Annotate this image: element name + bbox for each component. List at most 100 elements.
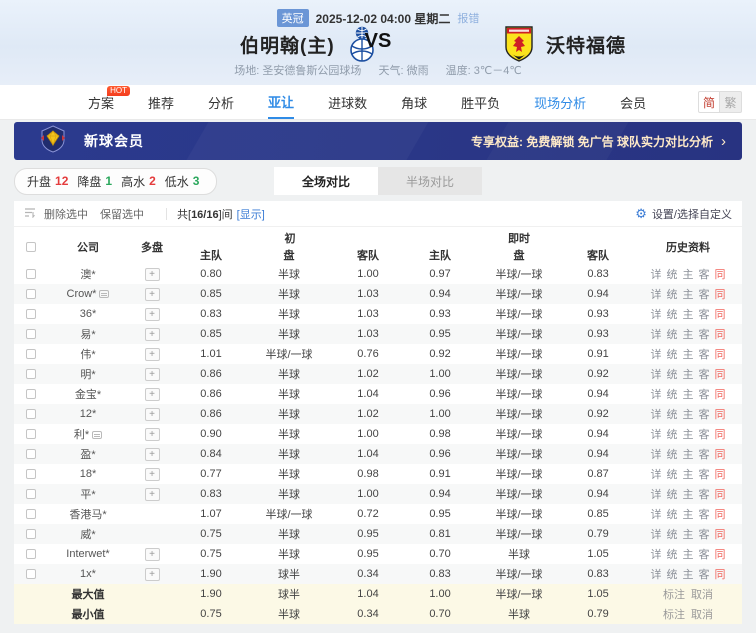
history-link-5[interactable]: 同 xyxy=(715,529,726,541)
history-link-2[interactable]: 统 xyxy=(667,489,678,501)
history-link-5[interactable]: 同 xyxy=(715,349,726,361)
history-link-5[interactable]: 同 xyxy=(715,309,726,321)
history-link-1[interactable]: 详 xyxy=(651,329,662,341)
expand-multi-button[interactable]: + xyxy=(145,308,160,321)
history-link-4[interactable]: 客 xyxy=(699,369,710,381)
history-link-4[interactable]: 客 xyxy=(699,309,710,321)
history-link-2[interactable]: 统 xyxy=(667,449,678,461)
history-link-1[interactable]: 详 xyxy=(651,469,662,481)
row-checkbox[interactable] xyxy=(26,569,36,579)
expand-multi-button[interactable]: + xyxy=(145,268,160,281)
history-link-3[interactable]: 主 xyxy=(683,529,694,541)
row-checkbox[interactable] xyxy=(26,509,36,519)
history-link-5[interactable]: 同 xyxy=(715,329,726,341)
row-checkbox[interactable] xyxy=(26,369,36,379)
expand-multi-button[interactable]: + xyxy=(145,388,160,401)
row-checkbox[interactable] xyxy=(26,289,36,299)
history-link-5[interactable]: 同 xyxy=(715,389,726,401)
history-link-5[interactable]: 同 xyxy=(715,569,726,581)
history-link-5[interactable]: 同 xyxy=(715,269,726,281)
history-link-1[interactable]: 详 xyxy=(651,289,662,301)
row-checkbox[interactable] xyxy=(26,349,36,359)
history-link-5[interactable]: 同 xyxy=(715,509,726,521)
keep-selected-button[interactable]: 保留选中 xyxy=(100,206,144,222)
lang-traditional-button[interactable]: 繁 xyxy=(720,91,742,113)
history-link-3[interactable]: 主 xyxy=(683,329,694,341)
row-checkbox[interactable] xyxy=(26,529,36,539)
history-link-4[interactable]: 客 xyxy=(699,349,710,361)
expand-multi-button[interactable]: + xyxy=(145,548,160,561)
history-link-3[interactable]: 主 xyxy=(683,469,694,481)
row-checkbox[interactable] xyxy=(26,329,36,339)
expand-multi-button[interactable]: + xyxy=(145,568,160,581)
history-link-2[interactable]: 统 xyxy=(667,569,678,581)
row-checkbox[interactable] xyxy=(26,269,36,279)
history-link-2[interactable]: 统 xyxy=(667,269,678,281)
history-link-4[interactable]: 客 xyxy=(699,409,710,421)
vip-banner[interactable]: 新球会员 专享权益: 免费解锁 免广告 球队实力对比分析 › xyxy=(14,122,742,160)
tab-half-match[interactable]: 半场对比 xyxy=(378,167,482,195)
history-link-1[interactable]: 详 xyxy=(651,509,662,521)
nav-tab-5[interactable]: 进球数 xyxy=(328,85,367,119)
history-link-3[interactable]: 主 xyxy=(683,389,694,401)
history-link-3[interactable]: 主 xyxy=(683,549,694,561)
show-link[interactable]: [显示] xyxy=(237,206,265,222)
history-link-3[interactable]: 主 xyxy=(683,269,694,281)
row-checkbox[interactable] xyxy=(26,389,36,399)
row-checkbox[interactable] xyxy=(26,429,36,439)
history-link-3[interactable]: 主 xyxy=(683,349,694,361)
nav-tab-3[interactable]: 分析 xyxy=(208,85,234,119)
history-link-5[interactable]: 同 xyxy=(715,549,726,561)
history-link-1[interactable]: 详 xyxy=(651,429,662,441)
history-link-4[interactable]: 客 xyxy=(699,329,710,341)
history-link-5[interactable]: 同 xyxy=(715,469,726,481)
history-link-1[interactable]: 详 xyxy=(651,349,662,361)
history-link-5[interactable]: 同 xyxy=(715,289,726,301)
history-link-4[interactable]: 客 xyxy=(699,509,710,521)
history-link-2[interactable]: 统 xyxy=(667,469,678,481)
history-link-3[interactable]: 主 xyxy=(683,449,694,461)
history-link-5[interactable]: 同 xyxy=(715,449,726,461)
history-link-1[interactable]: 详 xyxy=(651,549,662,561)
history-link-1[interactable]: 详 xyxy=(651,269,662,281)
history-link-5[interactable]: 同 xyxy=(715,409,726,421)
history-link-3[interactable]: 主 xyxy=(683,409,694,421)
row-checkbox[interactable] xyxy=(26,309,36,319)
history-link-4[interactable]: 客 xyxy=(699,469,710,481)
expand-multi-button[interactable]: + xyxy=(145,348,160,361)
history-link-4[interactable]: 客 xyxy=(699,269,710,281)
history-link-1[interactable]: 详 xyxy=(651,309,662,321)
history-link-2[interactable]: 统 xyxy=(667,429,678,441)
summary-action-1[interactable]: 标注 xyxy=(663,609,685,621)
history-link-1[interactable]: 详 xyxy=(651,489,662,501)
history-link-3[interactable]: 主 xyxy=(683,369,694,381)
history-link-1[interactable]: 详 xyxy=(651,569,662,581)
history-link-2[interactable]: 统 xyxy=(667,369,678,381)
row-checkbox[interactable] xyxy=(26,449,36,459)
history-link-1[interactable]: 详 xyxy=(651,409,662,421)
row-checkbox[interactable] xyxy=(26,489,36,499)
nav-tab-4[interactable]: 亚让 xyxy=(268,85,294,119)
tab-full-match[interactable]: 全场对比 xyxy=(274,167,378,195)
history-link-1[interactable]: 详 xyxy=(651,389,662,401)
history-link-2[interactable]: 统 xyxy=(667,309,678,321)
history-link-3[interactable]: 主 xyxy=(683,569,694,581)
expand-multi-button[interactable]: + xyxy=(145,368,160,381)
history-link-4[interactable]: 客 xyxy=(699,389,710,401)
history-link-5[interactable]: 同 xyxy=(715,369,726,381)
nav-tab-1[interactable]: 方案HOT xyxy=(88,85,114,119)
settings-customize-button[interactable]: ⚙ 设置/选择自定义 xyxy=(635,206,732,222)
history-link-2[interactable]: 统 xyxy=(667,409,678,421)
history-link-4[interactable]: 客 xyxy=(699,429,710,441)
history-link-4[interactable]: 客 xyxy=(699,549,710,561)
expand-multi-button[interactable]: + xyxy=(145,328,160,341)
history-link-3[interactable]: 主 xyxy=(683,489,694,501)
history-link-1[interactable]: 详 xyxy=(651,449,662,461)
nav-tab-9[interactable]: 会员 xyxy=(620,85,646,119)
summary-action-2[interactable]: 取消 xyxy=(691,589,713,601)
row-checkbox[interactable] xyxy=(26,549,36,559)
vip-benefits[interactable]: 专享权益: 免费解锁 免广告 球队实力对比分析 › xyxy=(471,133,726,150)
history-link-4[interactable]: 客 xyxy=(699,449,710,461)
history-link-3[interactable]: 主 xyxy=(683,509,694,521)
history-link-2[interactable]: 统 xyxy=(667,349,678,361)
